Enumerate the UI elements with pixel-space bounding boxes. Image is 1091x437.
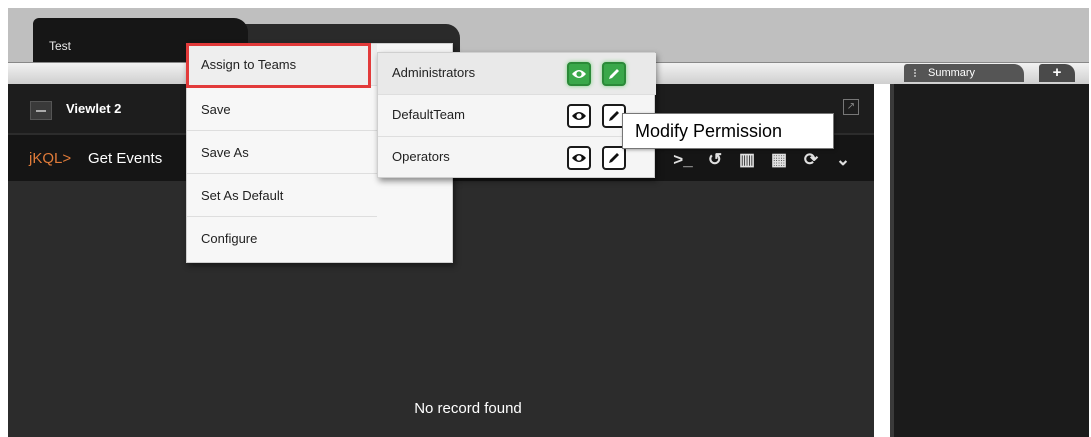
- edit-permission-toggle[interactable]: [602, 146, 626, 170]
- menu-item-save-as[interactable]: Save As: [187, 132, 377, 174]
- chevron-down-icon[interactable]: ⌄: [832, 148, 854, 172]
- team-name: Administrators: [392, 65, 476, 80]
- view-permission-toggle[interactable]: [567, 146, 591, 170]
- refresh-icon[interactable]: ⟳: [800, 148, 822, 172]
- tab-summary-label: Summary: [928, 67, 976, 79]
- edit-permission-toggle[interactable]: [602, 62, 626, 86]
- view-permission-toggle[interactable]: [567, 62, 591, 86]
- team-row-defaultteam[interactable]: DefaultTeam: [378, 95, 656, 137]
- viewlet-title: Viewlet 2: [66, 101, 122, 116]
- add-tab-button[interactable]: +: [1039, 64, 1075, 82]
- team-name: DefaultTeam: [392, 107, 465, 122]
- team-name: Operators: [392, 149, 450, 164]
- menu-item-save[interactable]: Save: [187, 89, 377, 131]
- eye-icon: [572, 70, 586, 78]
- highlight-box: [186, 43, 371, 88]
- viewlet-toolbar-icons: >_ ↺ ▥ ▦ ⟳ ⌄: [672, 148, 854, 172]
- tooltip: Modify Permission: [622, 113, 834, 149]
- pencil-icon: [609, 153, 619, 163]
- query-name[interactable]: Get Events: [88, 150, 162, 167]
- terminal-icon[interactable]: >_: [672, 148, 694, 172]
- empty-message: No record found: [414, 400, 522, 417]
- eye-icon: [572, 112, 586, 120]
- menu-item-set-as-default[interactable]: Set As Default: [187, 175, 377, 217]
- tab-summary[interactable]: Summary: [904, 64, 1024, 82]
- team-row-operators[interactable]: Operators: [378, 137, 656, 179]
- undo-icon[interactable]: ↺: [704, 148, 726, 172]
- bar-chart-icon[interactable]: ▥: [736, 148, 758, 172]
- query-prefix: jKQL>: [29, 150, 72, 167]
- pencil-icon: [609, 69, 619, 79]
- minus-icon: [36, 110, 46, 112]
- team-row-administrators[interactable]: Administrators: [378, 53, 656, 95]
- summary-panel: [890, 84, 1089, 437]
- tab-test-label: Test: [49, 39, 72, 53]
- menu-item-configure[interactable]: Configure: [187, 218, 377, 260]
- expand-icon[interactable]: ↗: [843, 99, 859, 115]
- collapse-button[interactable]: [30, 101, 52, 120]
- eye-icon: [572, 154, 586, 162]
- app-window: Test Summary + Viewlet 2 ↗ jKQL> Get Eve…: [0, 0, 1091, 437]
- pencil-icon: [609, 111, 619, 121]
- teams-submenu: Administrators DefaultTeam Operators: [377, 52, 656, 179]
- drag-grip-icon[interactable]: [914, 69, 920, 77]
- calendar-icon[interactable]: ▦: [768, 148, 790, 172]
- view-permission-toggle[interactable]: [567, 104, 591, 128]
